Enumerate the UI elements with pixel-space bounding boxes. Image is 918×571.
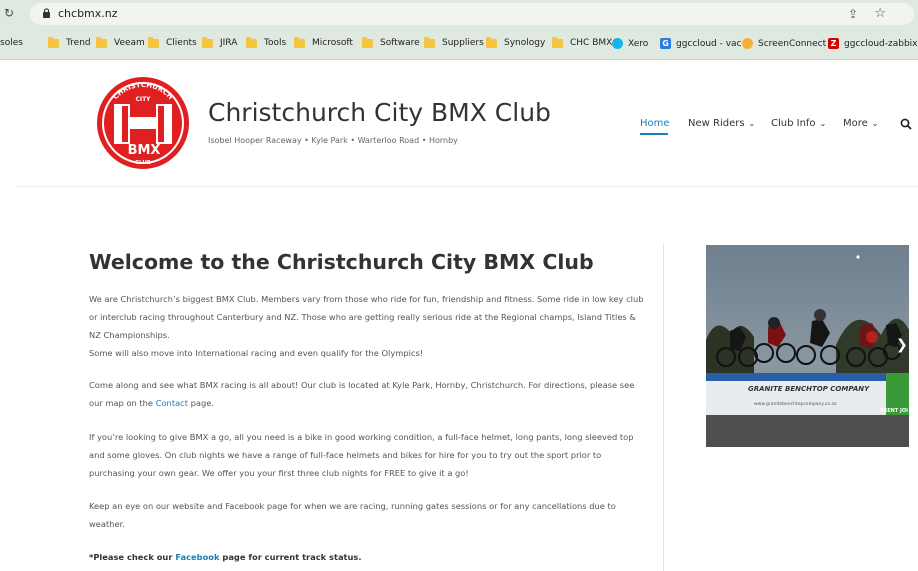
lock-icon xyxy=(43,8,50,18)
url-field[interactable]: chcbmx.nz ⇪ ☆ xyxy=(30,3,914,25)
bookmark-label: soles xyxy=(0,38,23,48)
chevron-right-icon[interactable]: ❯ xyxy=(896,337,908,353)
folder-icon xyxy=(486,36,497,48)
notice-text: *Please check our xyxy=(89,552,176,562)
getting-started-paragraph: If you’re looking to give BMX a go, all … xyxy=(89,428,649,482)
banner-trent-text: TRENT JOI xyxy=(880,408,908,414)
banner-url: www.granitebenchtopcompany.co.nz xyxy=(754,401,837,407)
chevron-down-icon: ⌄ xyxy=(819,119,827,128)
bookmark-label: JIRA xyxy=(220,38,238,48)
bookmark-label: Suppliers xyxy=(442,38,484,48)
nav-more[interactable]: More ⌄ xyxy=(843,118,879,129)
bookmark-xero[interactable]: Xero xyxy=(612,38,648,49)
club-logo[interactable]: CHRISTCHURCH CITY BMX CLUB xyxy=(92,72,194,174)
bookmark-folder-tools[interactable]: Tools xyxy=(246,36,287,48)
bookmark-folder-software[interactable]: Software xyxy=(362,36,420,48)
bookmark-folder-jira[interactable]: JIRA xyxy=(202,36,238,48)
nav-label: More xyxy=(843,118,868,129)
bookmark-ggccloud-vac[interactable]: Gggccloud - vac xyxy=(660,38,742,49)
bookmark-label: CHC BMX xyxy=(570,38,613,48)
bookmark-label: Clients xyxy=(166,38,197,48)
screenconnect-icon xyxy=(742,38,753,49)
chevron-down-icon: ⌄ xyxy=(871,119,879,128)
bookmark-label: Microsoft xyxy=(312,38,353,48)
xero-icon xyxy=(612,38,623,49)
logo-text-mid: CITY xyxy=(135,96,151,103)
paragraph-text: Some will also move into International r… xyxy=(89,348,424,358)
logo-text-bmx: BMX xyxy=(128,143,161,158)
bookmark-soles[interactable]: soles xyxy=(0,38,23,48)
nav-club-info[interactable]: Club Info ⌄ xyxy=(771,118,826,129)
bmx-race-photo[interactable]: GRANITE BENCHTOP COMPANY www.granitebenc… xyxy=(706,245,909,447)
bookmark-label: ScreenConnect xyxy=(758,38,827,49)
bookmark-folder-chc-bmx[interactable]: CHC BMX xyxy=(552,36,613,48)
paragraph-text: page. xyxy=(187,398,214,408)
share-icon[interactable]: ⇪ xyxy=(848,7,858,21)
bookmark-folder-veeam[interactable]: Veeam xyxy=(96,36,145,48)
bookmark-label: Tools xyxy=(264,38,287,48)
bookmark-folder-microsoft[interactable]: Microsoft xyxy=(294,36,353,48)
url-text: chcbmx.nz xyxy=(58,7,118,20)
notice-text: page for current track status. xyxy=(219,552,362,562)
paragraph-text: If you’re looking to give BMX a go, all … xyxy=(89,432,634,478)
ggc-icon: G xyxy=(660,38,671,49)
paragraph-text: We are Christchurch’s biggest BMX Club. … xyxy=(89,294,644,340)
banner-text: GRANITE BENCHTOP COMPANY xyxy=(748,385,870,393)
bookmark-zabbix[interactable]: Zggccloud-zabbix xyxy=(828,38,918,49)
bookmarks-bar: soles Trend Veeam Clients JIRA Tools Mic… xyxy=(0,28,918,60)
folder-icon xyxy=(246,36,257,48)
folder-icon xyxy=(424,36,435,48)
logo-text-club: CLUB xyxy=(135,160,151,166)
reload-icon[interactable]: ↻ xyxy=(4,6,14,20)
bookmark-folder-clients[interactable]: Clients xyxy=(148,36,197,48)
folder-icon xyxy=(552,36,563,48)
bookmark-folder-suppliers[interactable]: Suppliers xyxy=(424,36,484,48)
chevron-down-icon: ⌄ xyxy=(748,119,756,128)
address-bar: ↻ chcbmx.nz ⇪ ☆ xyxy=(0,0,918,28)
header-divider xyxy=(16,186,918,187)
bookmark-label: ggccloud-zabbix xyxy=(844,38,918,49)
bookmark-folder-synology[interactable]: Synology xyxy=(486,36,546,48)
location-paragraph: Come along and see what BMX racing is al… xyxy=(89,376,649,412)
bookmark-label: Software xyxy=(380,38,420,48)
updates-paragraph: Keep an eye on our website and Facebook … xyxy=(89,497,649,533)
bookmark-label: ggccloud - vac xyxy=(676,38,742,49)
nav-home[interactable]: Home xyxy=(640,118,670,129)
search-icon[interactable] xyxy=(900,118,912,130)
nav-label: New Riders xyxy=(688,118,745,129)
bookmark-label: Trend xyxy=(66,38,91,48)
paragraph-text: Keep an eye on our website and Facebook … xyxy=(89,501,616,529)
nav-label: Club Info xyxy=(771,118,816,129)
site-tagline: Isobel Hooper Raceway • Kyle Park • Wart… xyxy=(208,136,458,145)
intro-paragraph: We are Christchurch’s biggest BMX Club. … xyxy=(89,290,649,362)
bookmark-screenconnect[interactable]: ScreenConnect xyxy=(742,38,826,49)
sidebar-divider xyxy=(663,244,664,571)
bookmark-star-icon[interactable]: ☆ xyxy=(874,6,886,21)
facebook-link[interactable]: Facebook xyxy=(175,552,219,562)
contact-link[interactable]: Contact xyxy=(156,398,188,408)
nav-active-underline xyxy=(640,133,668,135)
folder-icon xyxy=(96,36,107,48)
bookmark-label: Xero xyxy=(628,38,649,49)
folder-icon xyxy=(202,36,213,48)
bookmark-label: Veeam xyxy=(114,38,145,48)
track-status-notice: *Please check our Facebook page for curr… xyxy=(89,548,649,566)
page-heading: Welcome to the Christchurch City BMX Clu… xyxy=(89,250,594,274)
bookmark-label: Synology xyxy=(504,38,546,48)
site-title[interactable]: Christchurch City BMX Club xyxy=(208,98,551,127)
folder-icon xyxy=(48,36,59,48)
folder-icon xyxy=(362,36,373,48)
folder-icon xyxy=(148,36,159,48)
zabbix-icon: Z xyxy=(828,38,839,49)
nav-new-riders[interactable]: New Riders ⌄ xyxy=(688,118,755,129)
folder-icon xyxy=(294,36,305,48)
bookmark-folder-trend[interactable]: Trend xyxy=(48,36,91,48)
